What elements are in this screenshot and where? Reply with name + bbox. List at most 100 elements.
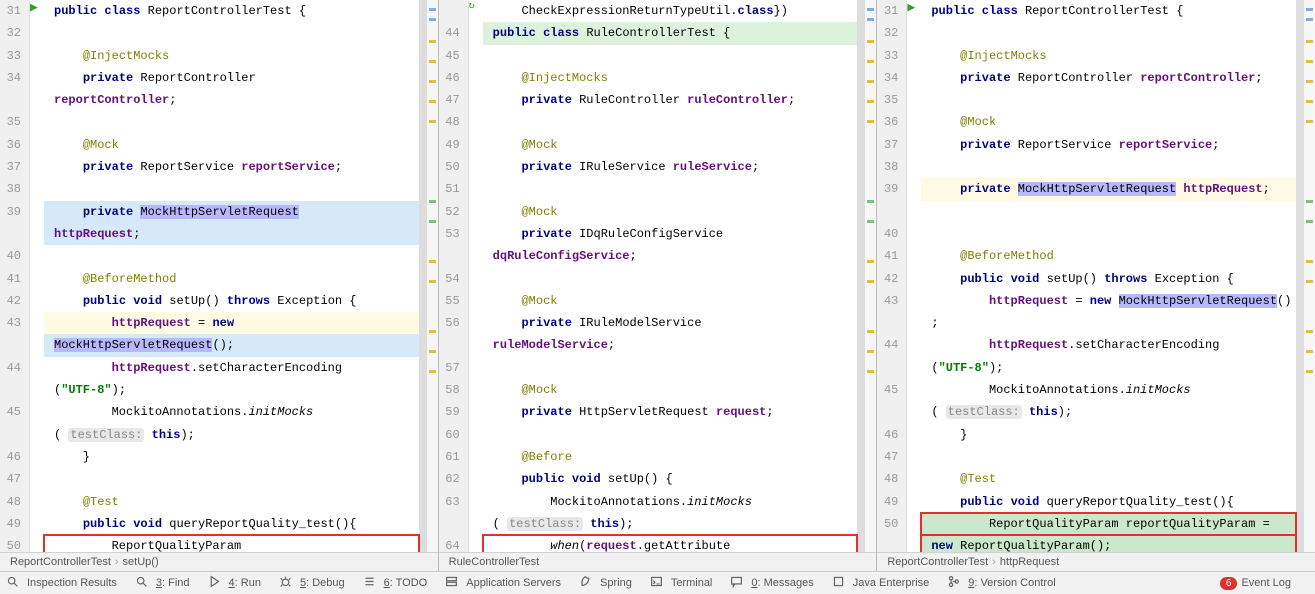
- code-line[interactable]: public class ReportControllerTest {: [921, 0, 1296, 22]
- code-line[interactable]: @BeforeMethod: [44, 268, 419, 290]
- code-line[interactable]: private ReportController: [44, 67, 419, 89]
- code-line[interactable]: [921, 223, 1296, 245]
- code-line[interactable]: [44, 468, 419, 490]
- code-line[interactable]: @BeforeMethod: [921, 245, 1296, 267]
- code-line[interactable]: private RuleController ruleController;: [483, 89, 858, 111]
- code-line[interactable]: @Test: [921, 468, 1296, 490]
- run-gutter-icon[interactable]: ▶: [907, 0, 915, 15]
- run-gutter-icon[interactable]: ▶: [30, 0, 38, 15]
- code-line[interactable]: public class ReportControllerTest {: [44, 0, 419, 22]
- breadcrumb-item[interactable]: ReportControllerTest: [887, 556, 988, 568]
- toolwindow-button-run[interactable]: 4: Run: [208, 575, 261, 591]
- code-line[interactable]: @InjectMocks: [483, 67, 858, 89]
- code-line[interactable]: [483, 178, 858, 200]
- toolwindow-button-inspection-results[interactable]: Inspection Results: [6, 575, 117, 591]
- code-line[interactable]: httpRequest.setCharacterEncoding: [921, 334, 1296, 356]
- code-line[interactable]: }: [921, 424, 1296, 446]
- code-line[interactable]: [921, 201, 1296, 223]
- vertical-scrollbar[interactable]: [419, 0, 426, 552]
- event-log-button[interactable]: 6Event Log: [1220, 577, 1291, 590]
- code-line[interactable]: @Mock: [483, 290, 858, 312]
- code-line[interactable]: @Mock: [483, 134, 858, 156]
- breadcrumb[interactable]: ReportControllerTest›setUp(): [0, 552, 438, 571]
- code-line[interactable]: httpRequest;: [44, 223, 419, 245]
- code-line[interactable]: @Mock: [483, 379, 858, 401]
- code-line[interactable]: ( testClass: this);: [921, 401, 1296, 423]
- breadcrumb-item[interactable]: RuleControllerTest: [449, 556, 539, 568]
- code-line[interactable]: MockitoAnnotations.initMocks: [921, 379, 1296, 401]
- toolwindow-button-messages[interactable]: 0: Messages: [730, 575, 813, 591]
- code-line[interactable]: @Mock: [44, 134, 419, 156]
- code-line[interactable]: MockitoAnnotations.initMocks: [483, 491, 858, 513]
- code-line[interactable]: CheckExpressionReturnTypeUtil.class}): [483, 0, 858, 22]
- vertical-scrollbar[interactable]: [1296, 0, 1303, 552]
- code-line[interactable]: ReportQualityParam: [44, 535, 419, 552]
- code-line[interactable]: [483, 357, 858, 379]
- toolwindow-button-version-control[interactable]: 9: Version Control: [947, 575, 1055, 591]
- code-line[interactable]: ruleModelService;: [483, 334, 858, 356]
- toolwindow-button-terminal[interactable]: Terminal: [650, 575, 713, 591]
- code-line[interactable]: ( testClass: this);: [44, 424, 419, 446]
- line-number-gutter[interactable]: 4445464748495051525354555657585960616263…: [439, 0, 469, 552]
- toolwindow-button-application-servers[interactable]: Application Servers: [445, 575, 561, 591]
- toolwindow-button-find[interactable]: 3: Find: [135, 575, 190, 591]
- code-line[interactable]: httpRequest = new: [44, 312, 419, 334]
- line-number-gutter[interactable]: 3132333435363738394041424344454647484950: [877, 0, 907, 552]
- code-line[interactable]: public void queryReportQuality_test(){: [44, 513, 419, 535]
- error-stripe[interactable]: [426, 0, 438, 552]
- code-line[interactable]: private MockHttpServletRequest: [44, 201, 419, 223]
- breadcrumb[interactable]: ReportControllerTest›httpRequest: [877, 552, 1315, 571]
- code-line[interactable]: ("UTF-8");: [921, 357, 1296, 379]
- code-line[interactable]: @InjectMocks: [921, 45, 1296, 67]
- code-line[interactable]: private IRuleService ruleService;: [483, 156, 858, 178]
- code-line[interactable]: private HttpServletRequest request;: [483, 401, 858, 423]
- code-line[interactable]: @Test: [44, 491, 419, 513]
- code-line[interactable]: ( testClass: this);: [483, 513, 858, 535]
- breadcrumb-item[interactable]: httpRequest: [1000, 556, 1059, 568]
- code-line[interactable]: [483, 111, 858, 133]
- code-line[interactable]: ;: [921, 312, 1296, 334]
- code-line[interactable]: httpRequest = new MockHttpServletRequest…: [921, 290, 1296, 312]
- code-line[interactable]: [44, 245, 419, 267]
- code-line[interactable]: httpRequest.setCharacterEncoding: [44, 357, 419, 379]
- code-line[interactable]: public void queryReportQuality_test(){: [921, 491, 1296, 513]
- code-line[interactable]: new ReportQualityParam();: [921, 535, 1296, 552]
- code-line[interactable]: public void setUp() throws Exception {: [921, 268, 1296, 290]
- code-line[interactable]: private IDqRuleConfigService: [483, 223, 858, 245]
- code-line[interactable]: }: [44, 446, 419, 468]
- code-line[interactable]: public void setUp() throws Exception {: [44, 290, 419, 312]
- vertical-scrollbar[interactable]: [857, 0, 864, 552]
- code-editor[interactable]: public class ReportControllerTest { @Inj…: [921, 0, 1296, 552]
- code-line[interactable]: private IRuleModelService: [483, 312, 858, 334]
- breadcrumb-item[interactable]: ReportControllerTest: [10, 556, 111, 568]
- line-number-gutter[interactable]: 3132333435363738394041424344454647484950: [0, 0, 30, 552]
- code-line[interactable]: [921, 89, 1296, 111]
- error-stripe[interactable]: [1303, 0, 1315, 552]
- code-line[interactable]: @Mock: [921, 111, 1296, 133]
- code-line[interactable]: @Mock: [483, 201, 858, 223]
- code-line[interactable]: [921, 156, 1296, 178]
- code-line[interactable]: [44, 178, 419, 200]
- code-line[interactable]: @Before: [483, 446, 858, 468]
- toolwindow-button-java-enterprise[interactable]: Java Enterprise: [832, 575, 929, 591]
- diff-refresh-icon[interactable]: ↻: [469, 0, 475, 12]
- code-line[interactable]: dqRuleConfigService;: [483, 245, 858, 267]
- code-line[interactable]: [44, 22, 419, 44]
- error-stripe[interactable]: [864, 0, 876, 552]
- code-line[interactable]: public void setUp() {: [483, 468, 858, 490]
- code-line[interactable]: MockitoAnnotations.initMocks: [44, 401, 419, 423]
- code-editor[interactable]: public class ReportControllerTest { @Inj…: [44, 0, 419, 552]
- code-line[interactable]: [921, 446, 1296, 468]
- code-editor[interactable]: CheckExpressionReturnTypeUtil.class})pub…: [483, 0, 858, 552]
- code-line[interactable]: MockHttpServletRequest();: [44, 334, 419, 356]
- code-line[interactable]: ("UTF-8");: [44, 379, 419, 401]
- code-line[interactable]: public class RuleControllerTest {: [483, 22, 858, 44]
- toolwindow-button-debug[interactable]: 5: Debug: [279, 575, 345, 591]
- code-line[interactable]: [921, 22, 1296, 44]
- breadcrumb[interactable]: RuleControllerTest: [439, 552, 877, 571]
- code-line[interactable]: private ReportService reportService;: [921, 134, 1296, 156]
- code-line[interactable]: ReportQualityParam reportQualityParam =: [921, 513, 1296, 535]
- toolwindow-button-spring[interactable]: Spring: [579, 575, 632, 591]
- code-line[interactable]: private ReportService reportService;: [44, 156, 419, 178]
- code-line[interactable]: private ReportController reportControlle…: [921, 67, 1296, 89]
